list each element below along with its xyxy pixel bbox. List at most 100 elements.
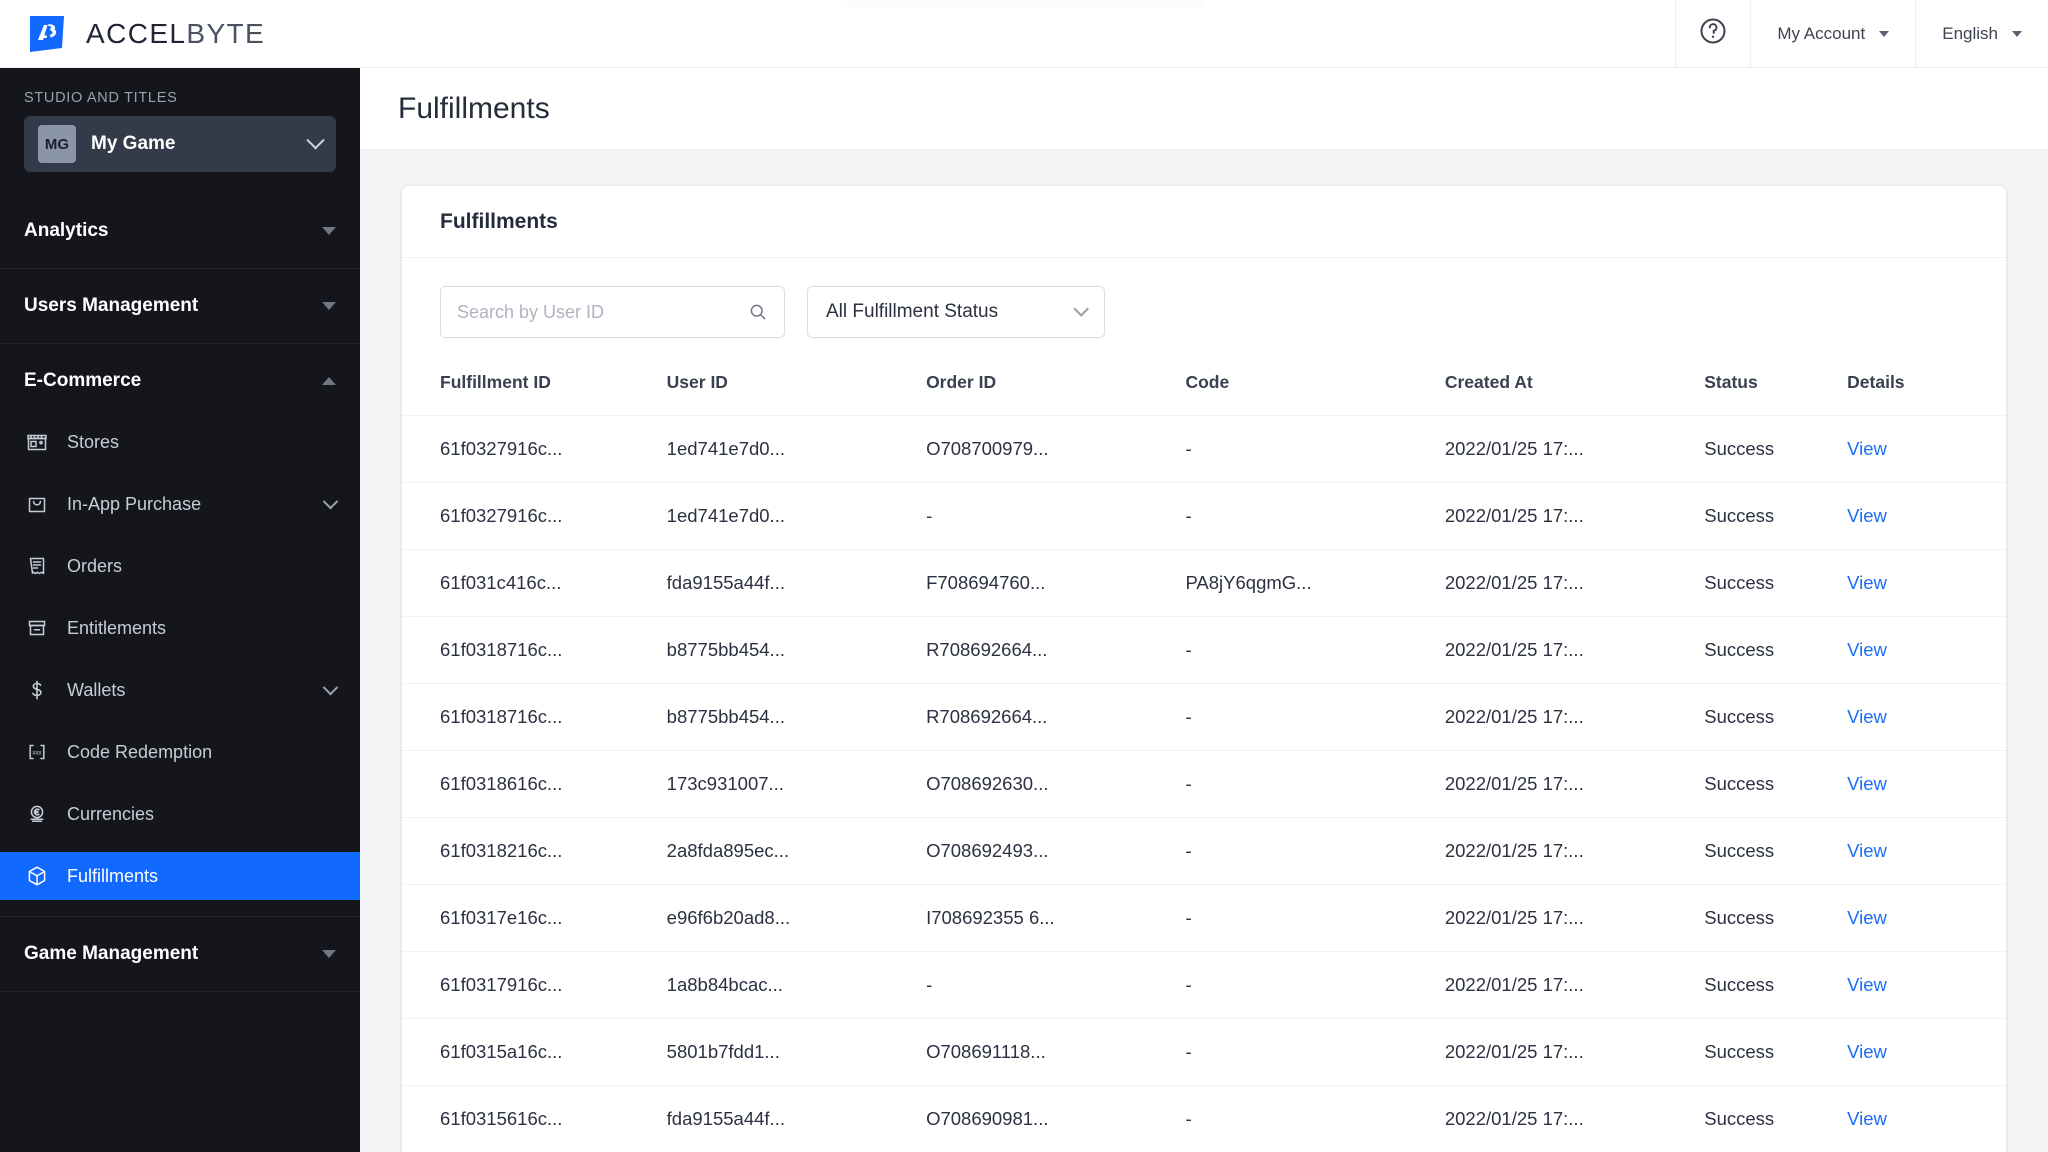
status-cell: Success <box>1704 683 1848 751</box>
table-header: Fulfillment ID User ID Order ID Code Cre… <box>402 362 2006 416</box>
details-cell: View <box>1847 951 2006 1019</box>
user-id-cell: fda9155a44f... <box>666 1085 927 1152</box>
user-id-cell: fda9155a44f... <box>666 549 927 617</box>
brand-wordmark: ACCEL BYTE <box>86 18 265 50</box>
search-icon[interactable] <box>748 302 768 322</box>
details-cell: View <box>1847 683 2006 751</box>
sidebar-item-entitlements[interactable]: Entitlements <box>0 604 360 652</box>
fulfillment-id-cell: 61f0315616c... <box>402 1085 667 1152</box>
status-filter-select[interactable]: All Fulfillment Status <box>807 286 1105 338</box>
details-cell: View <box>1847 1018 2006 1086</box>
details-cell: View <box>1847 415 2006 483</box>
sidebar-item-orders[interactable]: Orders <box>0 542 360 590</box>
user-id-cell: 173c931007... <box>666 750 927 818</box>
storefront-icon <box>24 429 50 455</box>
sidebar-section-header-game-management[interactable]: Game Management <box>0 917 360 991</box>
fulfillments-table: Fulfillment ID User ID Order ID Code Cre… <box>402 362 2006 1152</box>
search-box[interactable] <box>440 286 785 338</box>
help-button[interactable] <box>1675 0 1750 68</box>
chevron-down-icon <box>322 493 339 509</box>
sidebar-item-in-app-purchase[interactable]: In-App Purchase <box>0 480 360 528</box>
fulfillment-id-cell: 61f0318216c... <box>402 817 667 885</box>
my-account-menu[interactable]: My Account <box>1750 0 1915 68</box>
sidebar-section-label: Game Management <box>24 943 199 964</box>
code-cell: - <box>1185 817 1445 885</box>
view-details-link[interactable]: View <box>1847 1041 1887 1062</box>
view-details-link[interactable]: View <box>1847 706 1887 727</box>
sidebar-item-label: Stores <box>67 431 120 452</box>
fulfillment-id-cell: 61f0318716c... <box>402 683 667 751</box>
user-id-cell: 5801b7fdd1... <box>666 1018 927 1086</box>
game-selector[interactable]: MG My Game <box>24 116 336 172</box>
caret-down-icon <box>322 227 336 235</box>
card-title: Fulfillments <box>440 209 558 233</box>
table-row: 61f0318616c... 173c931007... O708692630...… <box>402 750 2006 818</box>
top-bar: ACCEL BYTE My Account English <box>0 0 2048 68</box>
sidebar-item-label: Orders <box>67 555 123 576</box>
created-at-cell: 2022/01/25 17:... <box>1444 750 1705 818</box>
sidebar-item-wallets[interactable]: Wallets <box>0 666 360 714</box>
brand-logo[interactable]: ACCEL BYTE <box>0 14 265 54</box>
language-menu[interactable]: English <box>1915 0 2048 68</box>
user-id-cell: b8775bb454... <box>666 616 927 684</box>
browser-ui-artifact <box>845 0 1205 8</box>
table-row: 61f0317916c... 1a8b84bcac... - -2022/01/25 … <box>402 951 2006 1019</box>
user-id-cell: b8775bb454... <box>666 683 927 751</box>
sidebar-section-header-analytics[interactable]: Analytics <box>0 194 360 268</box>
view-details-link[interactable]: View <box>1847 974 1887 995</box>
page-header: Fulfillments <box>360 68 2048 150</box>
column-header-created-at: Created At <box>1444 362 1705 416</box>
code-cell: - <box>1185 1018 1445 1086</box>
sidebar-item-label: In-App Purchase <box>67 493 202 514</box>
view-details-link[interactable]: View <box>1847 773 1887 794</box>
main-content: Fulfillments Fulfillments All Fulfillmen… <box>360 68 2048 1152</box>
fulfillment-id-cell: 61f0317e16c... <box>402 884 667 952</box>
order-id-cell: O708700979... <box>926 415 1186 483</box>
sidebar-item-currencies[interactable]: Currencies <box>0 790 360 838</box>
chevron-down-icon <box>306 130 325 149</box>
sidebar-section-header-users-management[interactable]: Users Management <box>0 269 360 343</box>
fulfillments-card: Fulfillments All Fulfillment Status Fulf… <box>402 186 2006 1152</box>
status-cell: Success <box>1704 1085 1848 1152</box>
status-cell: Success <box>1704 549 1848 617</box>
view-details-link[interactable]: View <box>1847 639 1887 660</box>
view-details-link[interactable]: View <box>1847 572 1887 593</box>
order-id-cell: F708694760... <box>926 549 1186 617</box>
view-details-link[interactable]: View <box>1847 840 1887 861</box>
view-details-link[interactable]: View <box>1847 1108 1887 1129</box>
order-id-cell: - <box>926 482 1186 550</box>
sidebar-section-label: Analytics <box>24 220 109 241</box>
search-input[interactable] <box>457 301 748 323</box>
code-cell: - <box>1185 884 1445 952</box>
table-row: 61f0318216c... 2a8fda895ec... O708692493..… <box>402 817 2006 885</box>
fulfillment-id-cell: 61f0318616c... <box>402 750 667 818</box>
view-details-link[interactable]: View <box>1847 907 1887 928</box>
created-at-cell: 2022/01/25 17:... <box>1444 482 1705 550</box>
fulfillment-id-cell: 61f031c416c... <box>402 549 667 617</box>
sidebar-item-label: Fulfillments <box>67 865 159 886</box>
status-cell: Success <box>1704 951 1848 1019</box>
receipt-icon <box>24 553 50 579</box>
sidebar-section-header-ecommerce[interactable]: E-Commerce <box>0 344 360 418</box>
user-id-cell: 1ed741e7d0... <box>666 482 927 550</box>
sidebar-item-label: Currencies <box>67 803 155 824</box>
sidebar-item-fulfillments[interactable]: Fulfillments <box>0 852 360 900</box>
status-cell: Success <box>1704 482 1848 550</box>
order-id-cell: O708692630... <box>926 750 1186 818</box>
created-at-cell: 2022/01/25 17:... <box>1444 616 1705 684</box>
user-id-cell: e96f6b20ad8... <box>666 884 927 952</box>
order-id-cell: - <box>926 951 1186 1019</box>
sidebar-item-code-redemption[interactable]: xxx Code Redemption <box>0 728 360 776</box>
details-cell: View <box>1847 482 2006 550</box>
view-details-link[interactable]: View <box>1847 438 1887 459</box>
caret-up-icon <box>322 377 336 385</box>
order-id-cell: O708691118... <box>926 1018 1186 1086</box>
order-id-cell: O708692493... <box>926 817 1186 885</box>
sidebar-item-stores[interactable]: Stores <box>0 418 360 466</box>
created-at-cell: 2022/01/25 17:... <box>1444 817 1705 885</box>
view-details-link[interactable]: View <box>1847 505 1887 526</box>
table-row: 61f0317e16c... e96f6b20ad8... I708692355 6… <box>402 884 2006 952</box>
sidebar-item-label: Entitlements <box>67 617 167 638</box>
user-id-cell: 2a8fda895ec... <box>666 817 927 885</box>
sidebar-section-analytics: Analytics <box>0 194 360 269</box>
